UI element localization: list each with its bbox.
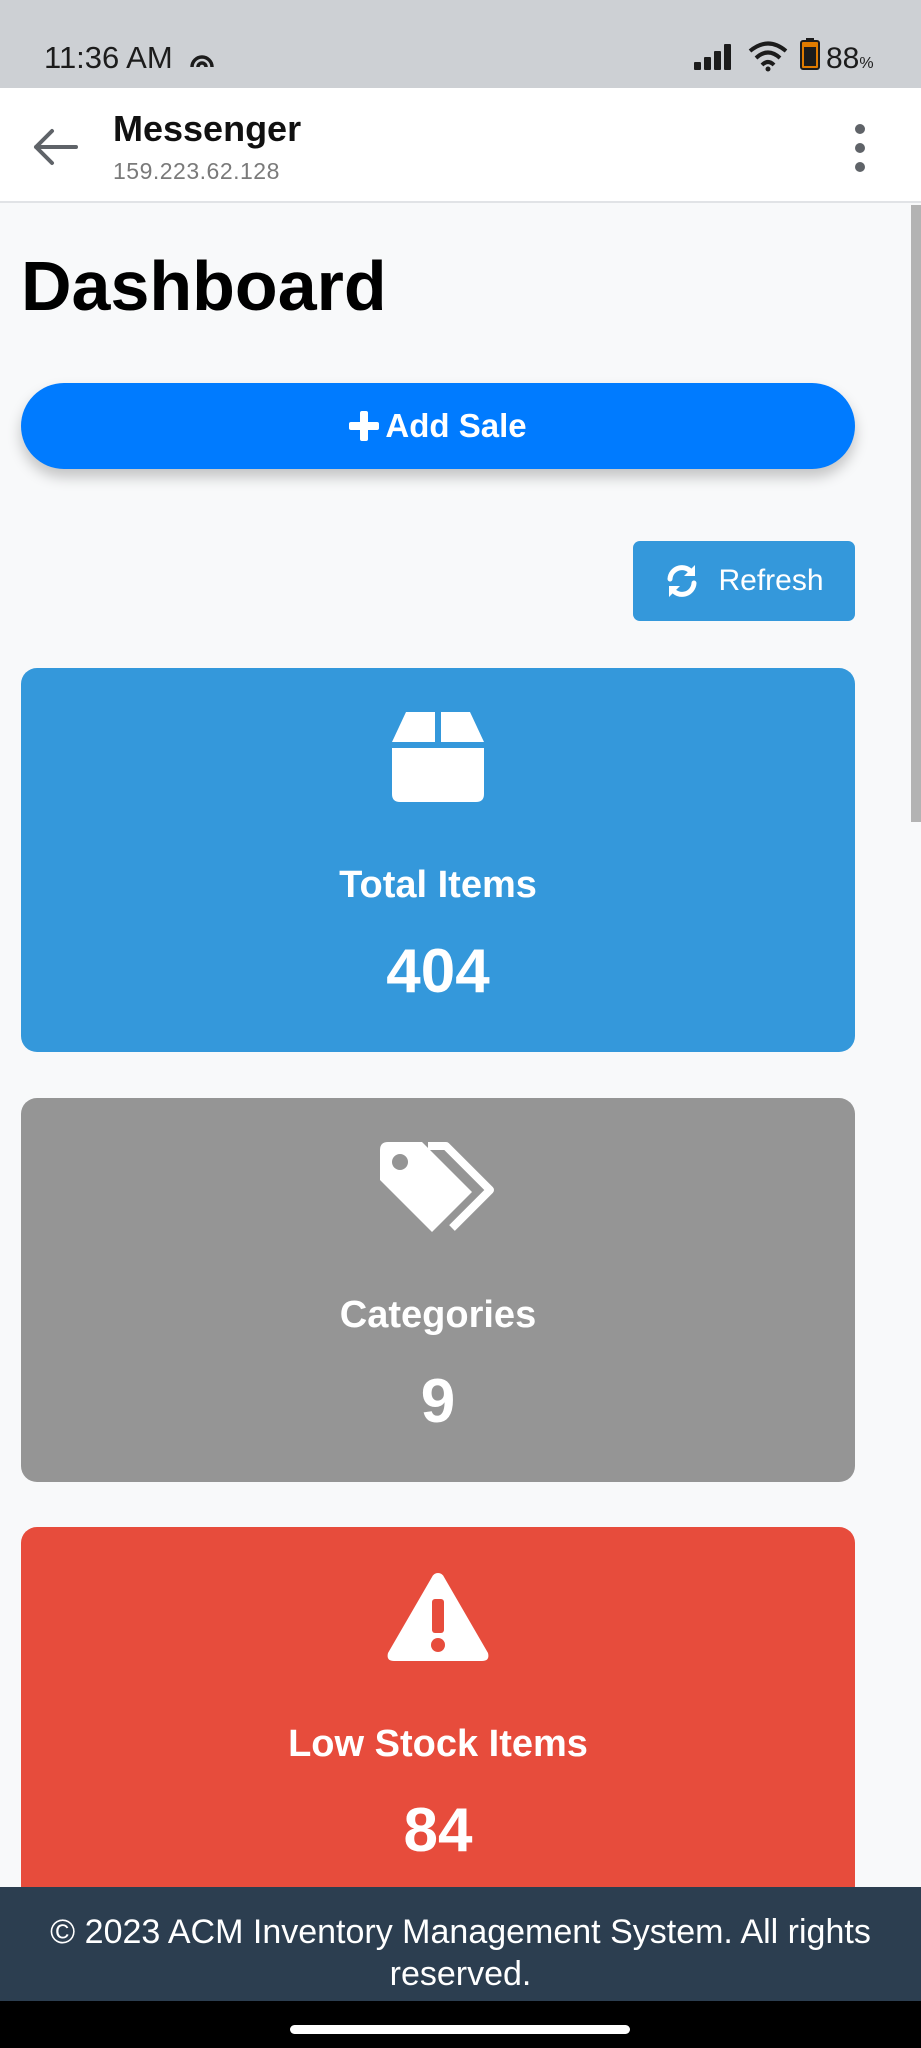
battery-icon	[800, 38, 820, 70]
tags-icon	[380, 1142, 494, 1232]
refresh-button[interactable]: Refresh	[633, 541, 855, 621]
card-label: Total Items	[339, 864, 537, 906]
total-items-card: Total Items 404	[21, 668, 855, 1052]
wifi-icon	[748, 41, 788, 72]
status-bar: 11:36 AM 88%	[0, 0, 921, 88]
warning-icon	[387, 1573, 489, 1661]
card-label: Low Stock Items	[288, 1723, 588, 1765]
card-value: 404	[386, 937, 490, 1006]
page-title: Dashboard	[21, 247, 387, 325]
refresh-icon	[667, 565, 697, 597]
add-sale-button[interactable]: Add Sale	[21, 383, 855, 469]
categories-card: Categories 9	[21, 1098, 855, 1482]
app-title: Messenger	[113, 108, 302, 149]
hotspot-icon	[190, 55, 214, 68]
home-indicator[interactable]	[290, 2025, 630, 2034]
app-subtitle: 159.223.62.128	[113, 158, 280, 184]
card-value: 9	[420, 1367, 456, 1436]
card-label: Categories	[339, 1294, 537, 1336]
more-options-icon[interactable]	[845, 122, 875, 174]
status-time: 11:36 AM	[44, 40, 173, 75]
box-icon	[392, 712, 484, 802]
footer-text: © 2023 ACM Inventory Management System. …	[50, 1913, 871, 1993]
back-arrow-icon[interactable]	[30, 122, 80, 172]
app-bar: Messenger 159.223.62.128	[0, 88, 921, 203]
refresh-label: Refresh	[718, 564, 824, 597]
footer: © 2023 ACM Inventory Management System. …	[0, 1887, 921, 2001]
plus-icon	[349, 411, 380, 441]
signal-icon	[694, 44, 731, 70]
card-value: 84	[403, 1796, 473, 1865]
scrollbar[interactable]	[911, 205, 921, 822]
add-sale-label: Add Sale	[385, 407, 527, 444]
battery-percentage: 88%	[826, 42, 874, 75]
low-stock-card: Low Stock Items 84	[21, 1527, 855, 1887]
